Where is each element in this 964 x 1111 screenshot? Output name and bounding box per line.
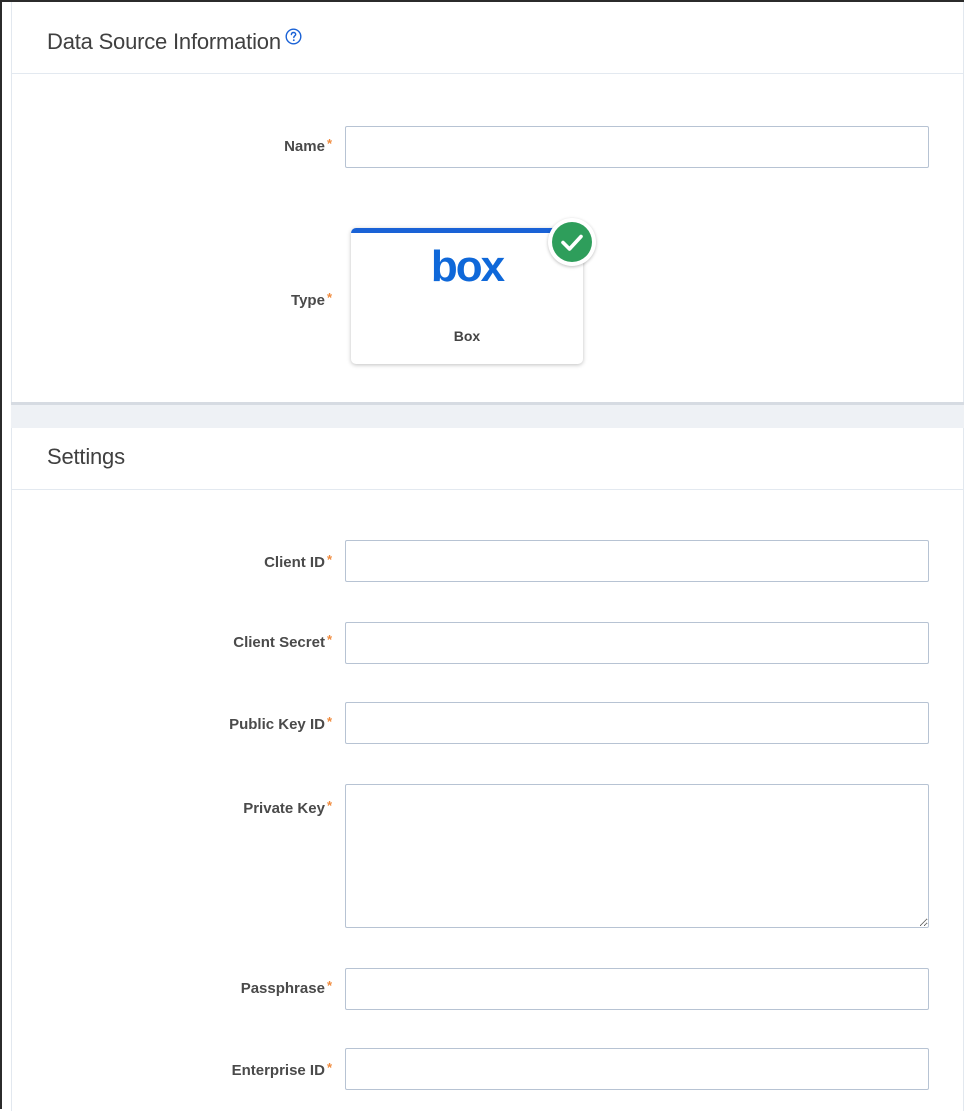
required-marker: * xyxy=(326,290,332,305)
settings-title: Settings xyxy=(47,444,125,469)
required-marker: * xyxy=(326,714,332,729)
required-marker: * xyxy=(326,978,332,993)
client-secret-label: Client Secret * xyxy=(2,632,332,651)
type-card-name: Box xyxy=(453,328,481,344)
checkmark-icon xyxy=(561,234,583,251)
type-label: Type * xyxy=(2,290,332,309)
settings-header: Settings xyxy=(12,428,963,490)
public-key-id-label-text: Public Key ID xyxy=(229,716,325,733)
required-marker: * xyxy=(326,632,332,647)
client-id-input[interactable] xyxy=(345,540,929,582)
required-marker: * xyxy=(326,136,332,151)
passphrase-label-text: Passphrase xyxy=(240,980,325,997)
question-circle-icon[interactable] xyxy=(285,28,302,45)
type-label-text: Type xyxy=(291,292,325,309)
enterprise-id-input[interactable] xyxy=(345,1048,929,1090)
client-id-label: Client ID * xyxy=(2,552,332,571)
private-key-label-text: Private Key xyxy=(243,800,325,817)
required-marker: * xyxy=(326,798,332,813)
private-key-textarea[interactable] xyxy=(345,784,929,928)
client-secret-input[interactable] xyxy=(345,622,929,664)
name-label: Name * xyxy=(2,136,332,155)
required-marker: * xyxy=(326,552,332,567)
data-source-title-text: Data Source Information xyxy=(47,29,281,54)
passphrase-input[interactable] xyxy=(345,968,929,1010)
panel-separator xyxy=(11,402,964,428)
enterprise-id-label: Enterprise ID * xyxy=(2,1060,332,1079)
data-source-title: Data Source Information xyxy=(47,28,302,55)
passphrase-label: Passphrase * xyxy=(2,978,332,997)
box-logo: box xyxy=(430,242,505,291)
public-key-id-input[interactable] xyxy=(345,702,929,744)
type-card-selected-bar xyxy=(351,228,556,233)
private-key-label: Private Key * xyxy=(2,798,332,817)
name-label-text: Name xyxy=(284,138,325,155)
name-input[interactable] xyxy=(345,126,929,168)
selected-check-icon xyxy=(548,218,596,266)
check-circle xyxy=(552,222,592,262)
data-source-header: Data Source Information xyxy=(12,2,963,74)
client-id-label-text: Client ID xyxy=(264,554,325,571)
enterprise-id-label-text: Enterprise ID xyxy=(231,1062,325,1079)
client-secret-label-text: Client Secret xyxy=(233,634,325,651)
form-container: Data Source Information Name * Type * box … xyxy=(0,0,964,1111)
public-key-id-label: Public Key ID * xyxy=(2,714,332,733)
required-marker: * xyxy=(326,1060,332,1075)
